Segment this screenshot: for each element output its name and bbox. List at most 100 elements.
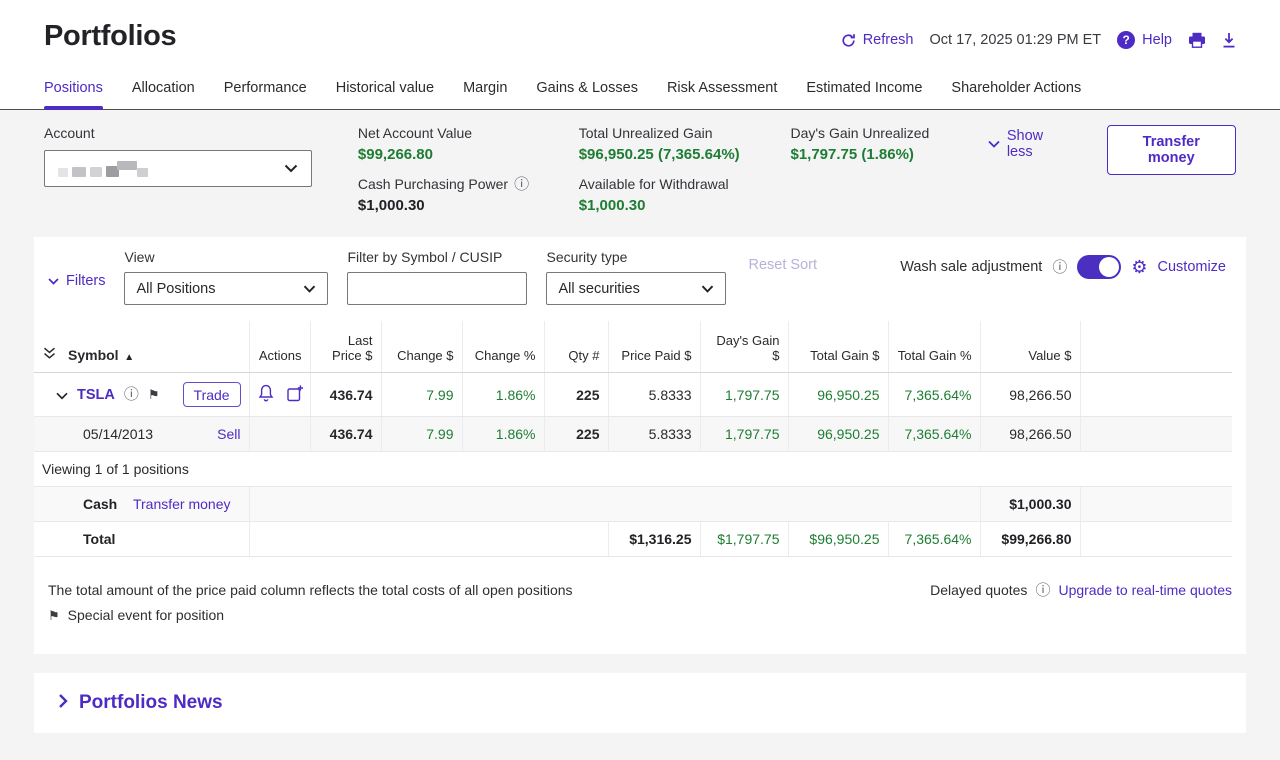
cash-purchasing-power-amount: $1,000.30 — [358, 197, 535, 214]
special-event-note: Special event for position — [68, 607, 224, 623]
column-header-change-pct[interactable]: Change % — [462, 321, 544, 373]
reset-sort-button[interactable]: Reset Sort — [748, 257, 817, 273]
sell-link[interactable]: Sell — [217, 426, 240, 442]
tab-positions[interactable]: Positions — [44, 80, 103, 109]
column-header-days-gain[interactable]: Day's Gain $ — [700, 321, 788, 373]
show-less-toggle[interactable]: Show less — [988, 128, 1065, 160]
total-price-paid: $1,316.25 — [608, 522, 700, 557]
total-label: Total — [83, 531, 115, 547]
column-header-last-price[interactable]: Last Price $ — [310, 321, 381, 373]
view-select[interactable]: All Positions — [124, 272, 328, 305]
set-alert-button[interactable] — [258, 384, 274, 405]
refresh-button[interactable]: Refresh — [841, 32, 914, 48]
info-icon[interactable]: ⓘ — [124, 387, 139, 402]
viewing-row: Viewing 1 of 1 positions — [34, 452, 1232, 487]
account-dropdown[interactable] — [44, 150, 312, 187]
cell-empty — [249, 522, 608, 557]
column-header-price-paid[interactable]: Price Paid $ — [608, 321, 700, 373]
total-value: $99,266.80 — [980, 522, 1080, 557]
cell-change: 7.99 — [381, 373, 462, 417]
trade-menu-button[interactable] — [240, 383, 241, 406]
gear-icon[interactable]: ⚙ — [1131, 258, 1147, 276]
view-filter: View All Positions — [124, 249, 328, 305]
symbol-filter-label: Filter by Symbol / CUSIP — [347, 249, 527, 265]
column-header-value[interactable]: Value $ — [980, 321, 1080, 373]
table-header-row: Symbol ▲ Actions Last Price $ Change $ C… — [34, 321, 1232, 373]
wash-sale-group: Wash sale adjustment ⓘ ⚙ Customize — [900, 255, 1226, 279]
column-header-total-gain-pct[interactable]: Total Gain % — [888, 321, 980, 373]
security-type-select[interactable]: All securities — [546, 272, 726, 305]
cash-value: $1,000.30 — [980, 487, 1080, 522]
lot-total-gain-pct: 7,365.64% — [888, 417, 980, 452]
customize-button[interactable]: Customize — [1158, 259, 1227, 275]
chevron-down-icon — [988, 136, 1000, 152]
square-plus-icon — [286, 385, 304, 402]
bell-icon — [258, 384, 274, 402]
wash-sale-toggle[interactable] — [1077, 255, 1121, 279]
tab-allocation[interactable]: Allocation — [132, 80, 195, 109]
portfolios-page: Portfolios Refresh Oct 17, 2025 01:29 PM… — [0, 0, 1280, 760]
tab-historical-value[interactable]: Historical value — [336, 80, 434, 109]
help-label: Help — [1142, 32, 1172, 48]
column-header-empty — [1080, 321, 1232, 373]
cash-purchasing-power: Cash Purchasing Power ⓘ $1,000.30 — [358, 176, 535, 214]
security-type-filter: Security type All securities — [546, 249, 726, 305]
special-event-flag-icon: ⚑ — [148, 388, 160, 401]
column-header-change[interactable]: Change $ — [381, 321, 462, 373]
refresh-label: Refresh — [863, 32, 914, 48]
viewing-text: Viewing 1 of 1 positions — [34, 452, 1232, 487]
lot-value: 98,266.50 — [980, 417, 1080, 452]
portfolios-news-section[interactable]: Portfolios News — [34, 673, 1246, 733]
security-type-select-value: All securities — [558, 281, 639, 297]
trade-button[interactable]: Trade — [184, 383, 240, 406]
cell-total-gain-pct: 7,365.64% — [888, 373, 980, 417]
wash-sale-label: Wash sale adjustment — [900, 259, 1042, 275]
transfer-money-button[interactable]: Transfer money — [1107, 125, 1236, 175]
lot-total-gain: 96,950.25 — [788, 417, 888, 452]
collapse-row-icon[interactable] — [56, 387, 68, 403]
printer-icon — [1188, 32, 1206, 48]
tab-gains-losses[interactable]: Gains & Losses — [536, 80, 638, 109]
column-header-total-gain[interactable]: Total Gain $ — [788, 321, 888, 373]
net-account-value: Net Account Value $99,266.80 — [358, 125, 535, 163]
download-button[interactable] — [1222, 32, 1236, 48]
filters-toggle[interactable]: Filters — [48, 273, 105, 289]
print-button[interactable] — [1188, 32, 1206, 48]
cash-row: Cash Transfer money $1,000.30 — [34, 487, 1232, 522]
help-button[interactable]: ? Help — [1117, 31, 1172, 49]
chevron-down-icon — [701, 281, 714, 297]
cell-empty — [249, 417, 310, 452]
lot-price-paid: 5.8333 — [608, 417, 700, 452]
total-unrealized-gain: Total Unrealized Gain $96,950.25 (7,365.… — [579, 125, 747, 163]
days-gain-unrealized: Day's Gain Unrealized $1,797.75 (1.86%) — [790, 125, 943, 163]
net-account-value-label: Net Account Value — [358, 125, 472, 141]
symbol-link[interactable]: TSLA — [77, 387, 115, 403]
info-icon[interactable]: ⓘ — [514, 177, 529, 192]
delayed-quotes-label: Delayed quotes — [930, 582, 1027, 598]
upgrade-quotes-link[interactable]: Upgrade to real-time quotes — [1058, 582, 1232, 598]
column-header-symbol[interactable]: Symbol ▲ — [34, 321, 249, 373]
info-icon[interactable]: ⓘ — [1035, 583, 1050, 598]
footnotes-left: The total amount of the price paid colum… — [48, 582, 573, 632]
transfer-money-link[interactable]: Transfer money — [133, 496, 231, 512]
tab-risk-assessment[interactable]: Risk Assessment — [667, 80, 777, 109]
tab-estimated-income[interactable]: Estimated Income — [806, 80, 922, 109]
symbol-filter-input[interactable] — [347, 272, 527, 305]
days-gain-unrealized-amount: $1,797.75 (1.86%) — [790, 146, 943, 163]
net-account-value-amount: $99,266.80 — [358, 146, 535, 163]
tab-performance[interactable]: Performance — [224, 80, 307, 109]
download-icon — [1222, 32, 1236, 48]
show-less-label: Show less — [1007, 128, 1065, 160]
tab-margin[interactable]: Margin — [463, 80, 507, 109]
column-header-actions[interactable]: Actions — [249, 321, 310, 373]
column-header-symbol-label: Symbol — [68, 347, 119, 363]
lot-days-gain: 1,797.75 — [700, 417, 788, 452]
section-tabs: Positions Allocation Performance Histori… — [0, 80, 1280, 110]
expand-all-icon[interactable] — [42, 347, 57, 363]
add-to-watchlist-button[interactable] — [286, 385, 304, 405]
special-event-flag-icon: ⚑ — [48, 609, 60, 622]
column-header-qty[interactable]: Qty # — [544, 321, 608, 373]
tab-shareholder-actions[interactable]: Shareholder Actions — [951, 80, 1081, 109]
info-icon[interactable]: ⓘ — [1052, 260, 1067, 275]
account-summary: Account Net Account Value $99,266.80 Cas… — [0, 110, 1280, 232]
